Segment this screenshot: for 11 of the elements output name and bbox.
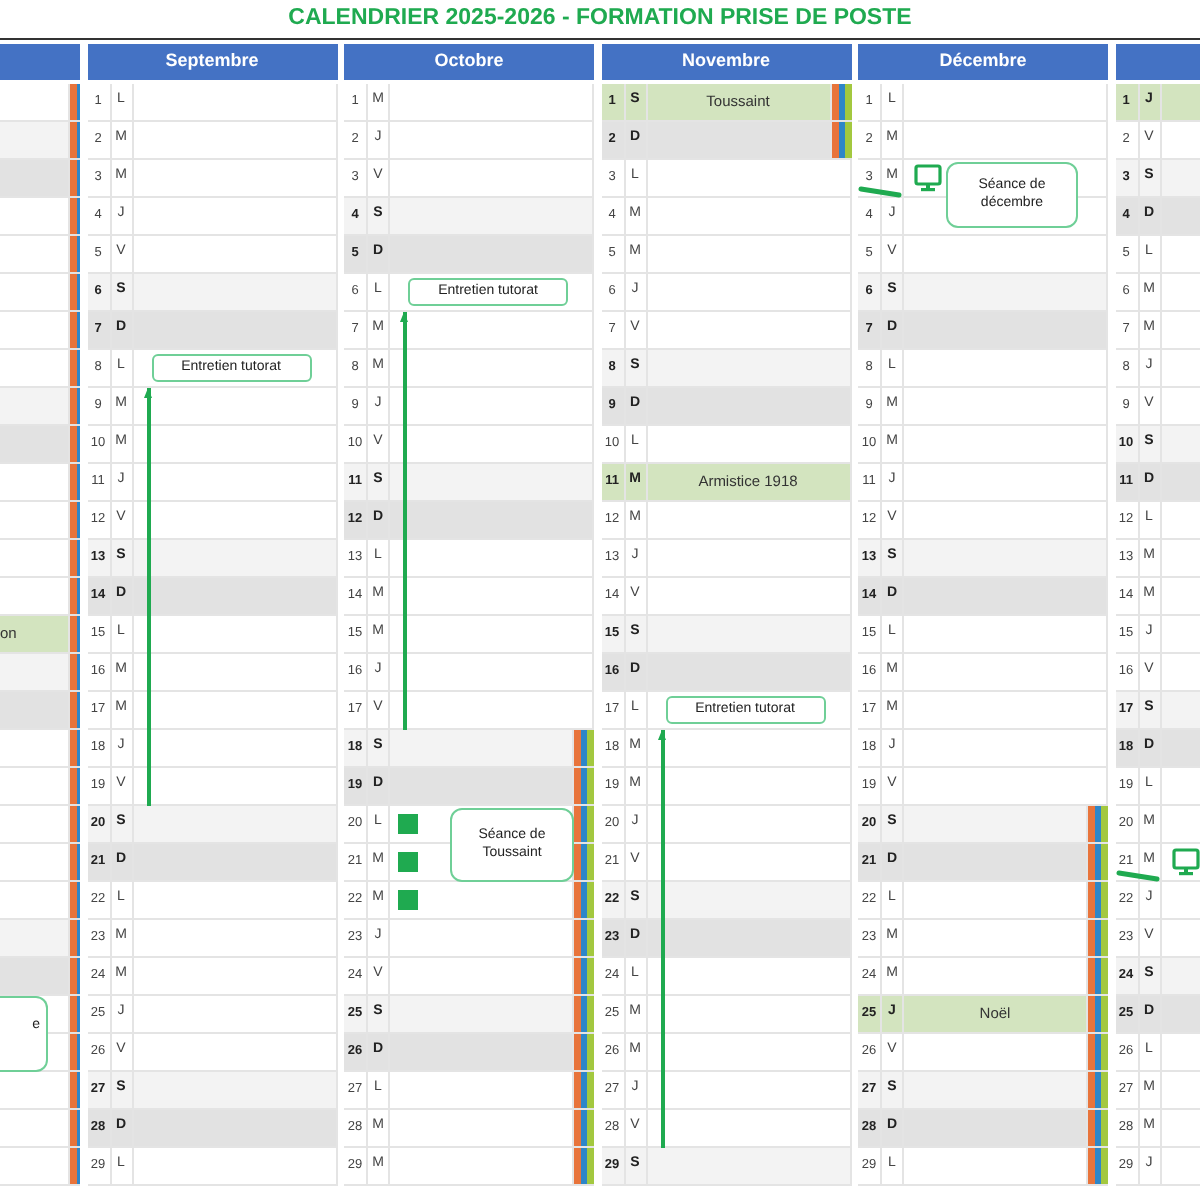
connector-line xyxy=(1115,869,1159,881)
month-header xyxy=(0,43,80,79)
month-header: Décembre xyxy=(858,43,1108,79)
connector-line xyxy=(858,185,902,197)
month-header: Novembre xyxy=(601,43,851,79)
month-header: Septembre xyxy=(87,43,337,79)
month-header: Octobre xyxy=(344,43,594,79)
month-header xyxy=(1115,43,1200,79)
monitor-icon xyxy=(914,164,942,192)
calendar-title: CALENDRIER 2025-2026 - FORMATION PRISE DE POSTE xyxy=(0,0,1200,40)
monitor-icon xyxy=(1171,848,1199,876)
